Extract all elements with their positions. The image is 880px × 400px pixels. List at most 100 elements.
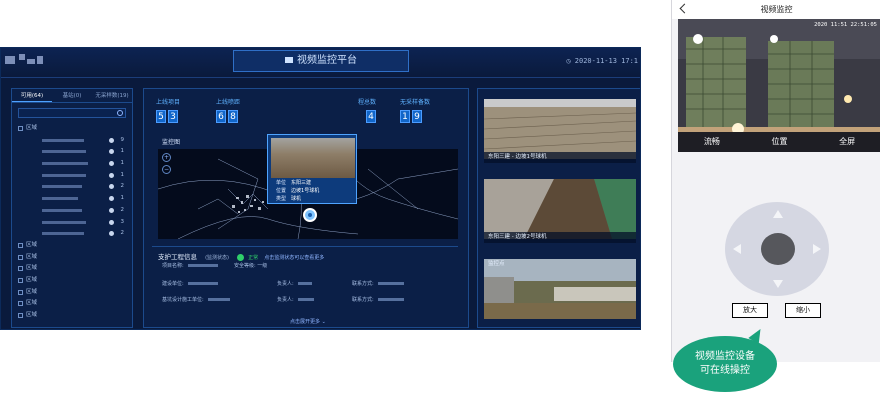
top-bar: 视频监控平台 ◷ 2020-11-13 17:1 (1, 48, 640, 78)
site-tree-group-label: 区域 (26, 276, 38, 283)
site-tree-item[interactable]: 2 (12, 181, 132, 193)
map-pin-icon[interactable] (303, 208, 317, 222)
site-tree-group[interactable]: 区域 (12, 275, 132, 287)
expand-icon[interactable] (18, 254, 23, 260)
camera-caption: 东阳三建 - 边坡2号球机 (484, 232, 636, 243)
arrow-up-icon[interactable] (773, 210, 783, 218)
popup-row: 位置 边坡1号球机 (276, 187, 319, 194)
contact-1: 联系方式: (352, 280, 404, 287)
zoom-out-icon[interactable]: − (162, 165, 171, 174)
site-tree-item[interactable]: 3 (12, 217, 132, 229)
person-2-label: 负责人: (277, 297, 294, 303)
site-tree-group-label: 区域 (26, 265, 38, 272)
stat-label: 上线项目 (156, 99, 181, 106)
video-timestamp: 2020 11:51 22:51:05 (814, 22, 877, 28)
tab-available[interactable]: 可用(64) (12, 89, 52, 102)
zoom-in-icon[interactable]: + (162, 153, 171, 162)
video-control-row: 流畅 位置 全屏 (678, 132, 880, 152)
site-tree-item[interactable]: 1 (12, 158, 132, 170)
site-tree-group[interactable]: 区域 (12, 240, 132, 252)
person-1: 负责人: (277, 280, 312, 287)
site-tree-group[interactable]: 区域 (12, 263, 132, 275)
quality-button[interactable]: 流畅 (678, 132, 746, 152)
site-tree-group[interactable]: 区域 (12, 298, 132, 310)
position-button[interactable]: 位置 (746, 132, 814, 152)
camera-icon (109, 149, 114, 155)
stat-digit: 8 (228, 110, 238, 123)
expand-icon[interactable] (18, 289, 23, 295)
stat-digit: 1 (400, 110, 410, 123)
camera-feed-3[interactable]: 监控点 (484, 259, 636, 323)
popup-key: 位置 (276, 188, 287, 194)
camera-icon (109, 231, 114, 237)
popup-row: 单位 东阳三建 (276, 179, 311, 186)
monitor-icon (285, 57, 293, 63)
expand-icon[interactable] (18, 277, 23, 283)
site-tree-item[interactable]: 1 (12, 193, 132, 205)
redacted-site-name (42, 232, 84, 236)
project-name-label: 项目名称: (162, 263, 184, 269)
arrow-left-icon[interactable] (733, 244, 741, 254)
site-tree-item[interactable]: 9 (12, 135, 132, 147)
camera-caption: 监控点 (488, 261, 505, 267)
popup-key: 类型 (276, 196, 287, 202)
status-prefix: (监测状态) (205, 255, 229, 261)
site-tree-item[interactable]: 2 (12, 205, 132, 217)
mobile-video-view: 视频监控 2020 11:51 22:51:05 流畅 位置 全屏 放大 缩小 (671, 0, 880, 362)
expand-icon[interactable] (18, 242, 23, 248)
tab-base[interactable]: 基站(0) (52, 89, 92, 102)
expand-icon[interactable] (18, 126, 23, 131)
popup-key: 单位 (276, 180, 287, 186)
camera-count: 2 (120, 183, 125, 190)
popup-row: 类型 球机 (276, 195, 301, 202)
fullscreen-button[interactable]: 全屏 (813, 132, 880, 152)
camera-popup[interactable]: 单位 东阳三建 位置 边坡1号球机 类型 球机 (267, 134, 357, 204)
ptz-direction-pad[interactable] (725, 202, 829, 296)
stat-label: 程总数 (358, 99, 377, 106)
site-tree-group-label: 区域 (26, 300, 38, 307)
site-tree-group[interactable]: 区域 (12, 310, 132, 322)
site-tree-item[interactable]: 1 (12, 170, 132, 182)
stat-digits: 1 9 (400, 110, 430, 123)
contact-1-label: 联系方式: (352, 281, 374, 287)
search-icon[interactable] (117, 110, 123, 116)
camera-count: 3 (120, 218, 125, 225)
ptz-center-button[interactable] (761, 233, 795, 265)
info-title: 支护工程信息 (158, 253, 197, 261)
expand-icon[interactable] (18, 266, 23, 272)
designer-label: 基坑设计施工单位: (162, 297, 204, 303)
camera-count: 1 (120, 195, 125, 202)
camera-caption: 东阳三建 - 边坡1号球机 (484, 152, 636, 163)
expand-icon[interactable] (18, 301, 23, 307)
zoom-out-button[interactable]: 缩小 (785, 303, 821, 318)
expand-more-text: 点击展开更多 (290, 319, 321, 325)
camera-image (483, 99, 637, 159)
redacted-site-name (42, 162, 88, 166)
camera-feed-2[interactable]: 东阳三建 - 边坡2号球机 (484, 179, 636, 243)
stat-digits: 4 (366, 110, 376, 123)
site-tree-group[interactable]: 区域 (12, 123, 132, 135)
search-input[interactable] (18, 108, 126, 118)
video-controls: 流畅 位置 全屏 (678, 132, 880, 152)
stat-total: 程总数 4 (358, 97, 376, 123)
datetime: ◷ 2020-11-13 17:1 (566, 57, 638, 65)
site-tree-item[interactable]: 2 (12, 228, 132, 240)
stat-digit: 6 (216, 110, 226, 123)
expand-icon[interactable] (18, 313, 23, 318)
camera-feed-1[interactable]: 东阳三建 - 边坡1号球机 (483, 99, 637, 163)
camera-feeds-panel: 东阳三建 - 边坡1号球机 东阳三建 - 边坡2号球机 监控点 (477, 88, 640, 328)
site-tree-group-label: 区域 (26, 241, 38, 248)
zoom-in-button[interactable]: 放大 (732, 303, 768, 318)
arrow-down-icon[interactable] (773, 280, 783, 288)
contact-2-label: 联系方式: (352, 297, 374, 303)
site-tree-item[interactable]: 1 (12, 146, 132, 158)
expand-more-link[interactable]: 点击展开更多 ⌄ (290, 318, 326, 325)
site-tree-group[interactable]: 区域 (12, 287, 132, 299)
site-tree-group[interactable]: 区域 (12, 252, 132, 264)
tab-no-sample[interactable]: 无采样数(19) (92, 89, 132, 102)
video-monitor-dashboard: 视频监控平台 ◷ 2020-11-13 17:1 可用(64) 基站(0) 无采… (0, 47, 641, 330)
arrow-right-icon[interactable] (813, 244, 821, 254)
datetime-text: 2020-11-13 17:1 (574, 57, 638, 65)
status-hint[interactable]: 点击监测状态可以查看更多 (264, 255, 324, 261)
site-tree: 区域 9 1 1 1 2 1 2 3 2 区域 区域 区域 区域 区域 区域 区域 (12, 123, 132, 322)
